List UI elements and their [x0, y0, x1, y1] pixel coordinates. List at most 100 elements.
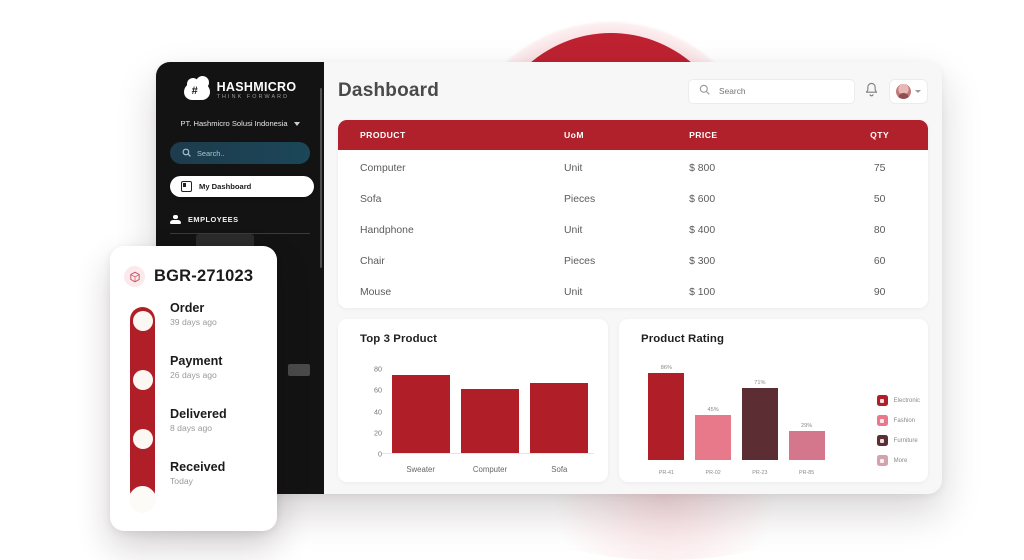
- cell-qty: 80: [873, 225, 886, 236]
- table-row[interactable]: Sofa Pieces $ 600 50: [338, 184, 928, 215]
- step-time: 26 days ago: [170, 370, 217, 380]
- timeline-step[interactable]: Delivered 8 days ago: [170, 407, 269, 433]
- notification-bell-icon[interactable]: [864, 82, 880, 100]
- column-header-price[interactable]: PRICE: [689, 120, 832, 150]
- company-name: PT. Hashmicro Solusi Indonesia: [180, 119, 288, 128]
- order-status-card: BGR-271023 Order 39 days ago Payment 26 day…: [110, 246, 277, 531]
- chart-title: Top 3 Product: [360, 333, 438, 345]
- bar[interactable]: [391, 375, 450, 453]
- y-axis: 0 20 40 60 80: [356, 365, 382, 459]
- sidebar-item-my-dashboard[interactable]: My Dashboard: [170, 176, 314, 197]
- legend-label: Fashion: [893, 417, 916, 424]
- legend-item[interactable]: Furniture: [876, 435, 920, 446]
- x-tick-label: PR-23: [752, 470, 768, 476]
- chart-title: Product Rating: [641, 333, 725, 345]
- timeline-step[interactable]: Received Today: [170, 460, 269, 486]
- x-tick-labels: Sweater Computer Sofa: [386, 465, 594, 474]
- product-rating-card: Product Rating 86% 45% 71% 29% PR-41 PR-02 PR…: [619, 319, 928, 482]
- cell-uom: Unit: [563, 225, 583, 236]
- legend-label: Furniture: [893, 437, 918, 444]
- bar-column[interactable]: [391, 369, 450, 453]
- order-card-header: BGR-271023: [110, 246, 277, 287]
- column-header-uom[interactable]: UoM: [563, 120, 690, 150]
- sidebar-scrollbar[interactable]: [319, 88, 322, 268]
- bar-column[interactable]: 71%: [741, 359, 778, 460]
- legend-item[interactable]: Fashion: [876, 415, 920, 426]
- bar[interactable]: [741, 388, 778, 460]
- bar-column[interactable]: [530, 369, 589, 453]
- logo-name: HASHMICRO: [216, 79, 297, 94]
- table-row[interactable]: Computer Unit $ 800 75: [338, 150, 928, 184]
- table-body: Computer Unit $ 800 75 Sofa Pieces $ 600…: [338, 150, 928, 308]
- y-tick-label: 0: [378, 449, 382, 459]
- timeline-step[interactable]: Payment 26 days ago: [170, 354, 269, 380]
- bars-group: [386, 369, 594, 453]
- cell-uom: Unit: [563, 287, 583, 298]
- hashmicro-logo-icon: #: [183, 76, 210, 101]
- bar-value-label: 45%: [707, 406, 719, 413]
- search-icon: [699, 82, 710, 100]
- bars-group: 86% 45% 71% 29%: [643, 359, 830, 460]
- cell-uom: Unit: [563, 163, 583, 174]
- search-icon: [182, 148, 191, 159]
- chevron-down-icon: [915, 89, 921, 93]
- order-timeline: Order 39 days ago Payment 26 days ago Delive…: [110, 301, 277, 525]
- user-menu[interactable]: [889, 78, 928, 104]
- product-table-card: PRODUCT UoM PRICE QTY Computer Unit $ 80…: [338, 120, 928, 308]
- order-id: BGR-271023: [154, 267, 254, 285]
- cell-qty: 75: [873, 163, 886, 174]
- sidebar-section-label: EMPLOYEES: [188, 215, 239, 224]
- legend-item[interactable]: Electronic: [876, 395, 920, 406]
- dashboard-icon: [181, 181, 192, 192]
- legend-item[interactable]: More: [876, 455, 920, 466]
- timeline-step[interactable]: Order 39 days ago: [170, 301, 269, 327]
- bar[interactable]: [648, 373, 685, 460]
- table-row[interactable]: Chair Pieces $ 300 60: [338, 246, 928, 277]
- table-row[interactable]: Mouse Unit $ 100 90: [338, 277, 928, 308]
- product-rating-chart: 86% 45% 71% 29% PR-41 PR-02 PR-23 PR-85 Electr…: [629, 349, 928, 482]
- bar-column[interactable]: [460, 369, 519, 453]
- top-3-product-card: Top 3 Product 0 20 40 60 80 Sweater Computer S…: [338, 319, 608, 482]
- cell-uom: Pieces: [563, 194, 596, 205]
- cell-product: Sofa: [360, 194, 382, 205]
- y-tick-label: 80: [374, 364, 382, 374]
- x-tick-label: PR-85: [798, 470, 815, 476]
- search-input[interactable]: [717, 85, 844, 97]
- chart-legend: Electronic Fashion Furniture More: [876, 395, 920, 466]
- sidebar-section-employees[interactable]: EMPLOYEES: [156, 215, 324, 225]
- step-time: 8 days ago: [170, 423, 213, 433]
- top-bar: Dashboard: [338, 62, 928, 120]
- logo-tagline: THINK FORWARD: [216, 94, 290, 101]
- cell-price: $ 800: [689, 163, 716, 174]
- bar-column[interactable]: 86%: [648, 359, 685, 460]
- legend-label: More: [893, 457, 908, 464]
- company-selector[interactable]: PT. Hashmicro Solusi Indonesia: [156, 119, 324, 128]
- people-icon: [170, 215, 181, 225]
- sidebar-search[interactable]: Search..: [170, 142, 310, 164]
- sidebar-item-label: My Dashboard: [199, 182, 252, 191]
- table-header-row: PRODUCT UoM PRICE QTY: [338, 120, 928, 150]
- x-tick-label: PR-41: [658, 470, 675, 476]
- bar[interactable]: [695, 414, 732, 460]
- bar[interactable]: [460, 388, 519, 453]
- product-table: PRODUCT UoM PRICE QTY Computer Unit $ 80…: [338, 120, 928, 308]
- bar-column[interactable]: 45%: [695, 359, 732, 460]
- bar-column[interactable]: 29%: [788, 359, 825, 460]
- search-box[interactable]: [688, 78, 855, 104]
- y-tick-label: 20: [374, 428, 382, 438]
- cell-product: Mouse: [360, 287, 392, 298]
- bar[interactable]: [530, 382, 589, 453]
- timeline-dot: [132, 429, 153, 449]
- timeline-dot: [132, 370, 153, 390]
- bar[interactable]: [788, 430, 825, 460]
- cell-product: Chair: [360, 256, 385, 267]
- app-logo: # HASHMICRO THINK FORWARD: [156, 76, 324, 101]
- legend-swatch: [876, 415, 888, 426]
- avatar: [896, 83, 911, 99]
- charts-row: Top 3 Product 0 20 40 60 80 Sweater Computer S…: [338, 319, 928, 482]
- column-header-qty[interactable]: QTY: [831, 120, 928, 150]
- cell-price: $ 600: [689, 194, 716, 205]
- table-row[interactable]: Handphone Unit $ 400 80: [338, 215, 928, 246]
- x-tick-labels: PR-41 PR-02 PR-23 PR-85: [643, 470, 830, 476]
- column-header-product[interactable]: PRODUCT: [338, 120, 564, 150]
